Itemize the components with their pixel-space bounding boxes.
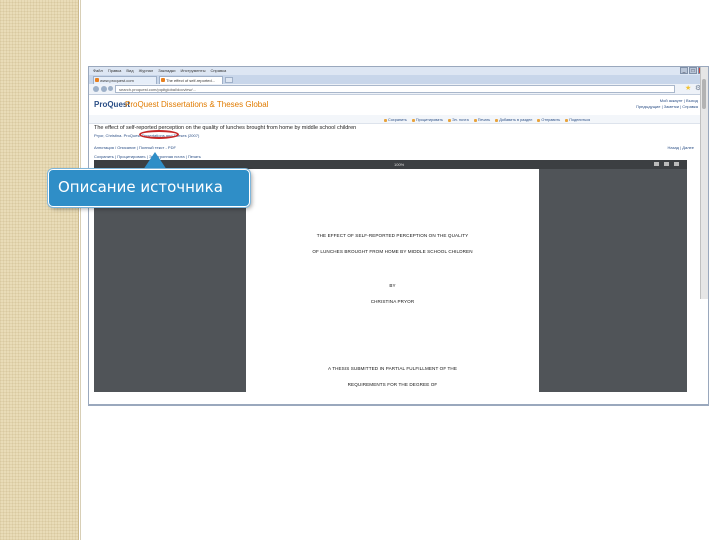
favicon-icon [95,78,99,82]
folder-icon [495,118,499,122]
tool-label: Поделиться [569,118,591,122]
document-tools: Сохранить Процитировать Эл. почта Печать… [384,118,590,122]
tab-bar: www.proquest.com The effect of self-repo… [89,75,708,84]
browser-titlebar: Файл Правка Вид Журнал Закладки Инструме… [89,67,708,75]
pdf-tools [654,160,679,166]
tool-label: Эл. почта [451,118,469,122]
document-links[interactable]: Аннотация / Описание | Полный текст - PD… [94,145,176,150]
pdf-text-line: REQUIREMENTS FOR THE DEGREE OF [347,382,438,387]
proquest-header: ProQuest ProQuest Dissertations & Theses… [89,95,708,115]
tool-print[interactable]: Печать [473,118,491,122]
callout-box: Описание источника [48,169,250,207]
tab-proquest-home[interactable]: www.proquest.com [93,76,157,84]
pdf-text-line: THE EFFECT OF SELF-REPORTED PERCEPTION O… [316,233,469,238]
page-scrollbar[interactable] [700,67,708,299]
pdf-text-line: CHRISTINA PRYOR [370,299,415,304]
fullscreen-icon[interactable] [674,162,679,166]
tool-email[interactable]: Эл. почта [447,118,469,122]
menu-item[interactable]: Справка [210,68,226,73]
callout-pointer [143,152,167,170]
forward-icon[interactable] [101,86,107,92]
pdf-text-line: BY [389,283,396,288]
tool-send[interactable]: Отправить [537,118,560,122]
print-icon[interactable] [654,162,659,166]
minimize-button[interactable]: _ [680,67,688,74]
tool-add[interactable]: Добавить в раздел [495,118,532,122]
tool-label: Отправить [541,118,561,122]
menu-item[interactable]: Вид [126,68,133,73]
document-title: The effect of self-reported perception o… [94,125,357,131]
side-divider [80,0,81,540]
pdf-text-line: A THESIS SUBMITTED IN PARTIAL FULFILLMEN… [327,366,458,371]
result-navigation[interactable]: Назад | Далее [668,145,694,150]
share-icon [565,118,569,122]
window-bottom-border [88,404,708,405]
pdf-toolbar: 100% [94,160,687,169]
menu-item[interactable]: Инструменты [181,68,206,73]
maximize-button[interactable]: □ [689,67,697,74]
tool-share[interactable]: Поделиться [565,118,590,122]
new-tab-button[interactable] [225,77,233,83]
scroll-thumb[interactable] [702,79,706,109]
tool-label: Процитировать [415,118,443,122]
email-icon [447,118,451,122]
account-links: Мой аккаунт | Выход Предыдущие | Заметки… [636,98,698,110]
tool-label: Сохранить [388,118,407,122]
reload-icon[interactable] [108,86,113,91]
print-icon [473,118,477,122]
menu-item[interactable]: Файл [93,68,103,73]
browser-menu: Файл Правка Вид Журнал Закладки Инструме… [93,68,226,73]
back-icon[interactable] [93,86,99,92]
database-title: ProQuest Dissertations & Theses Global [125,100,269,109]
menu-item[interactable]: Правка [108,68,122,73]
favicon-icon [161,78,165,82]
tab-document[interactable]: The effect of self-reported... [159,76,223,84]
save-icon [384,118,387,122]
address-bar: search.proquest.com/pqdtglobal/docview/.… [89,84,708,95]
cite-icon [411,118,415,122]
menu-item[interactable]: Журнал [139,68,154,73]
pdf-text-line: OF LUNCHES BROUGHT FROM HOME BY MIDDLE S… [312,249,473,254]
tab-label: www.proquest.com [100,78,134,83]
tool-label: Печать [477,118,491,122]
decorative-side-strip [0,0,79,540]
url-input[interactable]: search.proquest.com/pqdtglobal/docview/.… [115,85,675,93]
pdf-page: THE EFFECT OF SELF-REPORTED PERCEPTION O… [246,169,539,392]
tab-label: The effect of self-reported... [166,78,216,83]
bookmark-star-icon[interactable]: ★ [685,85,691,93]
browser-window-screenshot: Файл Правка Вид Журнал Закладки Инструме… [88,66,709,406]
menu-item[interactable]: Закладки [158,68,175,73]
tool-label: Добавить в раздел [499,118,533,122]
tool-save[interactable]: Сохранить [384,118,407,122]
send-icon [537,118,541,122]
pdf-zoom-level[interactable]: 100% [394,160,404,169]
callout-text: Описание источника [58,178,223,196]
account-links-bottom[interactable]: Предыдущие | Заметки | Справка [636,104,698,110]
download-icon[interactable] [664,162,669,166]
tool-cite[interactable]: Процитировать [411,118,443,122]
highlight-oval [139,130,179,139]
